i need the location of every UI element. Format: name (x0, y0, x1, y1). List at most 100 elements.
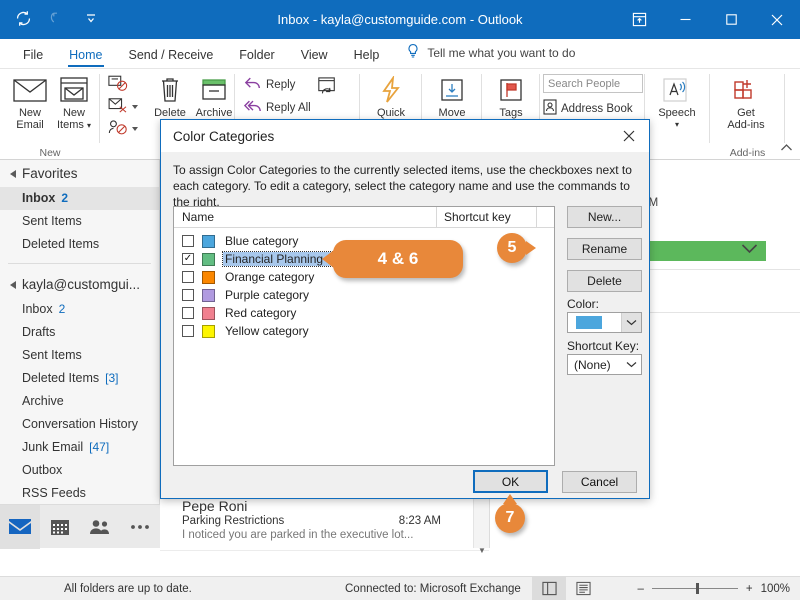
sidebar-item-sent-items[interactable]: Sent Items (0, 344, 159, 367)
address-book-label: Address Book (561, 102, 633, 115)
close-button[interactable] (754, 0, 800, 39)
nav-label: Inbox (22, 191, 56, 205)
ok-button[interactable]: OK (473, 470, 548, 493)
account-label: kayla@customgui... (22, 277, 140, 292)
favorites-header[interactable]: Favorites (0, 160, 159, 187)
list-item[interactable]: Purple category (174, 286, 554, 304)
reply-icon (244, 76, 262, 94)
category-checkbox[interactable]: ✓ (182, 253, 194, 265)
callout-tail-icon (322, 250, 334, 268)
message-subject: Parking Restrictions (182, 515, 285, 527)
tab-home[interactable]: Home (56, 44, 115, 68)
shortcut-key-label: Shortcut Key: (567, 339, 640, 353)
callout-7: 7 (495, 494, 525, 533)
calendar-icon[interactable] (40, 505, 80, 549)
junk-icon (108, 119, 128, 139)
category-checkbox[interactable] (182, 325, 194, 337)
zoom-level[interactable]: 100% (761, 583, 790, 595)
message-time: 8:23 AM (398, 515, 441, 527)
junk-button[interactable] (108, 119, 138, 139)
group-label-new: New (39, 147, 61, 159)
tab-help[interactable]: Help (341, 44, 393, 68)
sidebar-item-drafts[interactable]: Drafts (0, 321, 159, 344)
maximize-button[interactable] (708, 0, 754, 39)
nav-count: [3] (105, 371, 119, 385)
zoom-slider[interactable] (651, 583, 738, 594)
rename-category-button[interactable]: Rename (567, 238, 642, 260)
tab-file[interactable]: File (10, 44, 56, 68)
delete-button[interactable]: Delete (148, 73, 192, 119)
more-icon[interactable] (120, 505, 160, 549)
read-aloud-icon (651, 73, 703, 107)
color-dropdown[interactable] (567, 312, 642, 333)
clean-up-dropdown-icon[interactable] (132, 104, 138, 109)
tab-view[interactable]: View (288, 44, 341, 68)
tab-send-receive[interactable]: Send / Receive (116, 44, 227, 68)
new-category-button[interactable]: New... (567, 206, 642, 228)
zoom-slider-handle[interactable] (695, 583, 699, 594)
ignore-button[interactable] (108, 75, 128, 95)
sidebar-item-conversation-history[interactable]: Conversation History (0, 413, 159, 436)
list-item[interactable]: Yellow category (174, 322, 554, 340)
delete-label: Delete (154, 107, 186, 119)
color-swatch (576, 316, 602, 329)
mail-icon[interactable] (0, 504, 40, 549)
category-checkbox[interactable] (182, 289, 194, 301)
clean-up-button[interactable] (108, 97, 138, 116)
move-button[interactable]: Move (426, 73, 478, 119)
group-label-addins: Add-ins (729, 147, 766, 159)
get-addins-button[interactable]: Get Add-ins (720, 73, 772, 131)
chevron-down-icon[interactable] (741, 243, 758, 257)
speech-button[interactable]: Speech ▾ (651, 73, 703, 131)
reply-button[interactable]: Reply (244, 76, 295, 94)
sidebar-item-junk-email[interactable]: Junk Email [47] (0, 436, 159, 459)
sidebar-item-rss-feeds[interactable]: RSS Feeds (0, 482, 159, 505)
nav-divider (8, 263, 151, 264)
junk-dropdown-icon[interactable] (132, 127, 138, 131)
account-header[interactable]: kayla@customgui... (0, 271, 159, 298)
search-people-input[interactable]: Search People (543, 74, 643, 93)
sidebar-item-archive[interactable]: Archive (0, 390, 159, 413)
sidebar-item-favorites-sent[interactable]: Sent Items (0, 210, 159, 233)
tell-me-box[interactable]: Tell me what you want to do (406, 43, 575, 68)
reply-all-button[interactable]: Reply All (243, 99, 311, 117)
normal-view-icon[interactable] (532, 576, 566, 600)
category-checkbox[interactable] (182, 307, 194, 319)
sidebar-item-favorites-deleted[interactable]: Deleted Items (0, 233, 159, 256)
category-checkbox[interactable] (182, 235, 194, 247)
sidebar-item-inbox[interactable]: Inbox 2 (0, 298, 159, 321)
archive-button[interactable]: Archive (192, 73, 236, 119)
minimize-button[interactable] (662, 0, 708, 39)
zoom-in-button[interactable]: + (746, 583, 753, 595)
speech-dropdown-icon[interactable]: ▾ (651, 119, 703, 131)
chevron-down-icon[interactable] (621, 313, 641, 332)
address-book-button[interactable]: Address Book (543, 99, 633, 118)
sidebar-item-outbox[interactable]: Outbox (0, 459, 159, 482)
module-switcher (0, 504, 160, 549)
expand-collapse-icon[interactable] (10, 280, 16, 289)
tags-button[interactable]: Tags (485, 73, 537, 119)
chevron-down-icon[interactable] (621, 355, 641, 374)
nav-label: Outbox (22, 463, 63, 477)
table-row[interactable]: Pepe Roni Parking Restrictions 8:23 AM I… (160, 490, 489, 551)
list-item[interactable]: Red category (174, 304, 554, 322)
sidebar-item-deleted-items[interactable]: Deleted Items [3] (0, 367, 159, 390)
collapse-ribbon-icon[interactable] (780, 141, 793, 155)
scroll-down-icon[interactable]: ▼ (474, 542, 490, 558)
shortcut-key-dropdown[interactable]: (None) (567, 354, 642, 375)
close-icon[interactable] (609, 120, 649, 152)
delete-category-button[interactable]: Delete (567, 270, 642, 292)
quick-steps-button[interactable]: Quick (365, 73, 417, 119)
cancel-button[interactable]: Cancel (562, 471, 637, 493)
sidebar-item-favorites-inbox[interactable]: Inbox 2 (0, 187, 159, 210)
zoom-out-button[interactable]: – (637, 583, 643, 595)
reading-view-icon[interactable] (566, 577, 600, 600)
forward-button[interactable] (317, 77, 337, 100)
tab-folder[interactable]: Folder (226, 44, 287, 68)
ribbon-display-options-icon[interactable] (616, 0, 662, 39)
zoom-control[interactable]: – + 100% (637, 583, 790, 595)
expand-collapse-icon[interactable] (10, 169, 16, 178)
people-icon[interactable] (80, 505, 120, 549)
new-items-button[interactable]: New Items ▾ (48, 73, 100, 132)
category-checkbox[interactable] (182, 271, 194, 283)
